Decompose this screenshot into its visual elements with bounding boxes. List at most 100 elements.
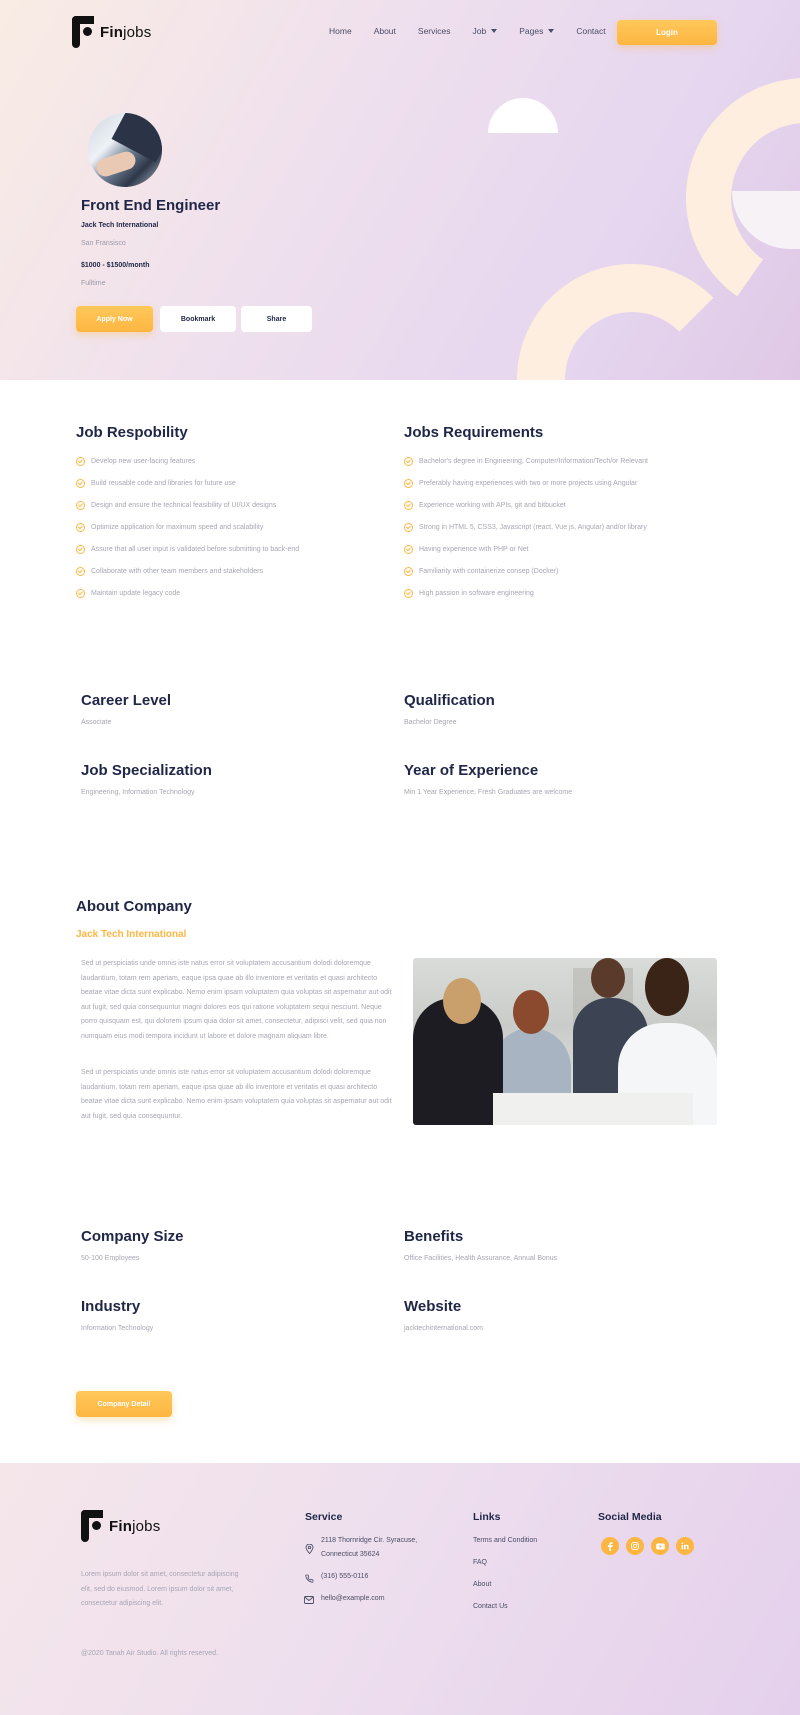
nav-item-pages[interactable]: Pages: [519, 26, 555, 36]
decorative-semicircle: [488, 98, 558, 133]
experience-label: Year of Experience: [404, 762, 539, 779]
benefits-label: Benefits: [404, 1228, 464, 1245]
brand-logo[interactable]: Finjobs: [72, 16, 151, 48]
list-item-text: Collaborate with other team members and …: [91, 567, 263, 575]
job-location: San Fransisco: [81, 240, 126, 247]
nav-label: About: [373, 26, 396, 36]
experience-value: Min 1 Year Experience, Fresh Graduates a…: [404, 789, 573, 796]
location-pin-icon: [304, 1544, 314, 1554]
list-item-text: Build reusable code and libraries for fu…: [91, 479, 236, 487]
job-company[interactable]: Jack Tech International: [81, 222, 158, 229]
check-circle-icon: [76, 522, 85, 532]
list-item: Having experience with PHP or Net: [404, 538, 648, 560]
copyright: @2020 Tanah Air Studio. All rights reser…: [81, 1650, 218, 1657]
list-item-text: Having experience with PHP or Net: [419, 545, 529, 553]
check-circle-icon: [404, 588, 413, 598]
instagram-icon[interactable]: [626, 1537, 644, 1555]
brand-name-bold: Fin: [109, 1517, 133, 1535]
list-item: Maintain update legacy code: [76, 582, 299, 604]
website-value[interactable]: jacktechinternational.com: [404, 1325, 483, 1332]
check-circle-icon: [76, 566, 85, 576]
email-icon: [304, 1595, 314, 1605]
specialization-value: Engineering, Information Technology: [81, 789, 195, 796]
job-type: Fulltime: [81, 280, 106, 287]
responsibility-heading: Job Respobility: [76, 424, 188, 441]
phone-number[interactable]: (316) 555-0116: [321, 1573, 368, 1580]
list-item-text: High passion in software engineering: [419, 589, 534, 597]
list-item-text: Bachelor's degree in Engineering, Comput…: [419, 457, 648, 465]
email-address[interactable]: hello@example.com: [321, 1595, 385, 1602]
apply-now-button[interactable]: Apply Now: [76, 306, 153, 332]
footer-logo[interactable]: Finjobs: [81, 1510, 160, 1542]
facebook-icon[interactable]: [601, 1537, 619, 1555]
list-item-text: Strong in HTML 5, CSS3, Javascript (reac…: [419, 523, 647, 531]
brand-name: Finjobs: [109, 1518, 160, 1535]
career-level-label: Career Level: [81, 692, 172, 709]
check-circle-icon: [404, 478, 413, 488]
linkedin-icon[interactable]: [676, 1537, 694, 1555]
list-item: Develop new user-facing features: [76, 450, 299, 472]
links-heading: Links: [473, 1511, 501, 1523]
requirements-heading: Jobs Requirements: [404, 424, 544, 441]
link-contact-us[interactable]: Contact Us: [473, 1603, 508, 1610]
brand-name-light: jobs: [123, 23, 152, 41]
nav-label: Home: [329, 26, 352, 36]
company-detail-button[interactable]: Company Detail: [76, 1391, 172, 1417]
list-item-text: Assure that all user input is validated …: [91, 545, 300, 553]
check-circle-icon: [76, 544, 85, 554]
brand-name: Finjobs: [100, 24, 151, 41]
nav-item-job[interactable]: Job: [473, 26, 498, 36]
nav-item-about[interactable]: About: [374, 26, 396, 36]
industry-value: Information Technology: [81, 1325, 154, 1332]
link-about[interactable]: About: [473, 1581, 491, 1588]
list-item-text: Develop new user-facing features: [91, 457, 196, 465]
list-item-text: Maintain update legacy code: [91, 589, 181, 597]
check-circle-icon: [404, 500, 413, 510]
check-circle-icon: [404, 544, 413, 554]
nav-label: Services: [417, 26, 451, 36]
brand-name-light: jobs: [132, 1517, 161, 1535]
about-paragraph-2: Sed ut perspiciatis unde omnis iste natu…: [81, 1069, 392, 1120]
check-circle-icon: [76, 588, 85, 598]
link-terms[interactable]: Terms and Condition: [473, 1537, 537, 1544]
company-size-value: 50-100 Employees: [81, 1255, 140, 1262]
list-item: Familiarity with containerize consep (Do…: [404, 560, 648, 582]
logo-mark-icon: [72, 16, 96, 48]
nav-label: Contact: [576, 26, 606, 36]
about-paragraph-1: Sed ut perspiciatis unde omnis iste natu…: [81, 960, 392, 1040]
nav-item-home[interactable]: Home: [329, 26, 352, 36]
list-item-text: Optimize application for maximum speed a…: [91, 523, 264, 531]
link-faq[interactable]: FAQ: [473, 1559, 487, 1566]
benefits-value: Office Facilities, Health Assurance, Ann…: [404, 1255, 558, 1262]
list-item-text: Experience working with APIs, git and bi…: [419, 501, 566, 509]
login-button[interactable]: Login: [617, 20, 717, 45]
industry-label: Industry: [81, 1298, 141, 1315]
list-item-text: Preferably having experiences with two o…: [419, 479, 638, 487]
specialization-label: Job Specialization: [81, 762, 212, 779]
decorative-ring-bottom: [517, 264, 747, 380]
responsibility-list: Develop new user-facing features Build r…: [76, 450, 299, 604]
list-item: Design and ensure the technical feasibil…: [76, 494, 299, 516]
bookmark-button[interactable]: Bookmark: [160, 306, 236, 332]
list-item: Collaborate with other team members and …: [76, 560, 299, 582]
about-company-heading: About Company: [76, 898, 192, 915]
check-circle-icon: [404, 456, 413, 466]
check-circle-icon: [76, 456, 85, 466]
about-company-name: Jack Tech International: [76, 929, 187, 940]
logo-mark-icon: [81, 1510, 105, 1542]
job-title: Front End Engineer: [81, 197, 221, 214]
main-nav: Home About Services Job Pages Contact: [329, 26, 628, 36]
youtube-icon[interactable]: [651, 1537, 669, 1555]
list-item: Assure that all user input is validated …: [76, 538, 299, 560]
website-label: Website: [404, 1298, 462, 1315]
nav-item-services[interactable]: Services: [418, 26, 451, 36]
list-item-text: Familiarity with containerize consep (Do…: [419, 567, 559, 575]
share-button[interactable]: Share: [241, 306, 312, 332]
company-avatar: [88, 113, 162, 187]
list-item: Strong in HTML 5, CSS3, Javascript (reac…: [404, 516, 648, 538]
phone-icon: [304, 1573, 314, 1583]
nav-item-contact[interactable]: Contact: [576, 26, 605, 36]
list-item: Bachelor's degree in Engineering, Comput…: [404, 450, 648, 472]
nav-label: Pages: [519, 26, 544, 36]
check-circle-icon: [76, 500, 85, 510]
